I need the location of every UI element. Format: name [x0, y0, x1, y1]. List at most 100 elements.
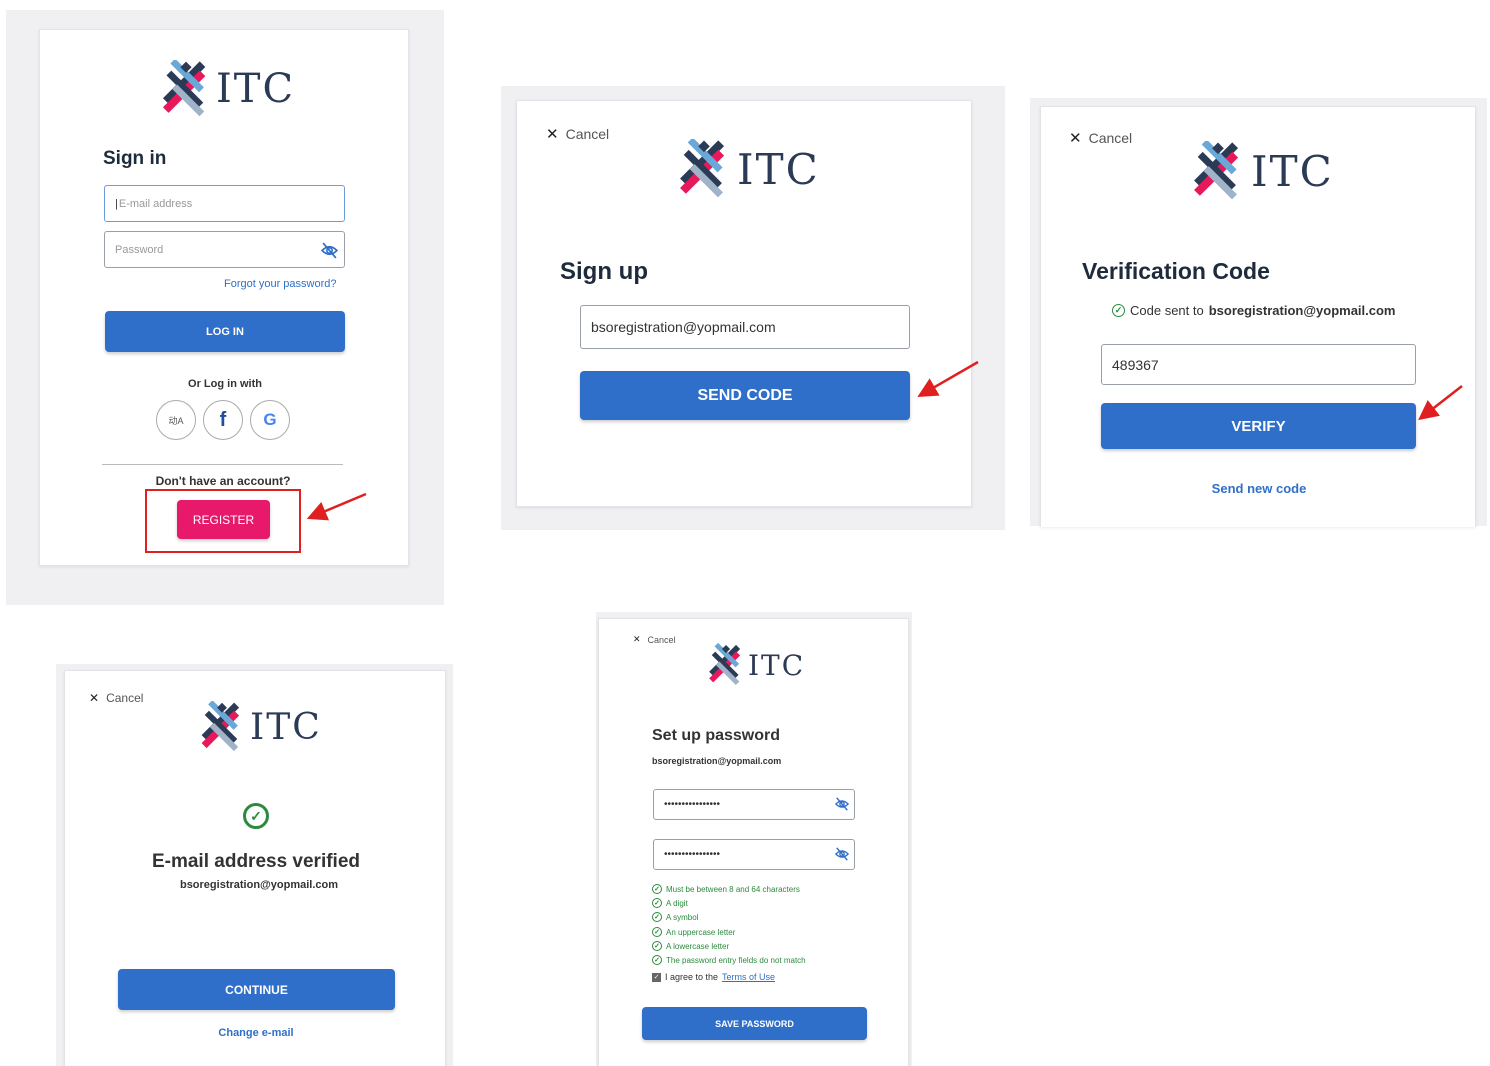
- no-account-text: Don't have an account?: [155, 474, 291, 488]
- caret: |: [115, 197, 118, 210]
- password-input[interactable]: Password: [104, 231, 345, 268]
- requirement-item: ✓ A digit: [652, 898, 688, 908]
- continue-button[interactable]: CONTINUE: [118, 969, 395, 1010]
- itc-logo-icon: [162, 60, 206, 117]
- register-button[interactable]: REGISTER: [177, 500, 270, 539]
- cancel-button[interactable]: ✕ Cancel: [1069, 129, 1132, 147]
- setpw-card: ✕ Cancel ITC Set up password bsoregistrat…: [598, 618, 909, 1066]
- send-code-button[interactable]: SEND CODE: [580, 371, 910, 420]
- itc-logo-icon: [709, 643, 741, 685]
- cancel-label: Cancel: [106, 691, 144, 705]
- requirement-item: ✓ Must be between 8 and 64 characters: [652, 884, 800, 894]
- check-circle-icon: ✓: [652, 941, 662, 951]
- page-title: Verification Code: [1082, 258, 1270, 284]
- itc-logo: ITC: [1191, 141, 1334, 201]
- cancel-button[interactable]: ✕ Cancel: [633, 634, 676, 645]
- confirm-password-value: ••••••••••••••••: [664, 849, 721, 860]
- code-sent-prefix: Code sent to: [1130, 303, 1204, 318]
- cancel-label: Cancel: [565, 126, 610, 142]
- check-circle-icon: ✓: [652, 912, 662, 922]
- page-title: Set up password: [652, 727, 781, 744]
- email-placeholder: E-mail address: [118, 197, 193, 210]
- confirm-password-input[interactable]: ••••••••••••••••: [653, 839, 855, 870]
- code-sent-message: ✓ Code sent to bsoregistration@yopmail.c…: [1112, 303, 1396, 318]
- cancel-button[interactable]: ✕ Cancel: [89, 691, 143, 705]
- change-email-link[interactable]: Change e-mail: [65, 1027, 447, 1039]
- eye-off-icon[interactable]: [321, 242, 338, 259]
- close-icon: ✕: [1069, 130, 1082, 147]
- divider: [102, 464, 343, 465]
- requirement-item: ✓ A symbol: [652, 912, 698, 922]
- email-input[interactable]: bsoregistration@yopmail.com: [580, 305, 910, 349]
- wechat-icon: 动A: [168, 415, 184, 426]
- itc-logo: ITC: [677, 139, 820, 199]
- login-button[interactable]: LOG IN: [105, 311, 345, 352]
- terms-of-use-link[interactable]: Terms of Use: [722, 972, 775, 982]
- or-login-with: Or Log in with: [188, 378, 262, 390]
- itc-logo: ITC: [199, 701, 322, 753]
- save-password-button[interactable]: SAVE PASSWORD: [642, 1007, 867, 1040]
- check-circle-icon: ✓: [652, 884, 662, 894]
- password-placeholder: Password: [115, 243, 164, 256]
- verification-code-input[interactable]: 489367: [1101, 344, 1416, 385]
- itc-logo: ITC: [707, 643, 805, 687]
- facebook-icon: f: [219, 408, 227, 431]
- requirement-label: The password entry fields do not match: [666, 955, 806, 965]
- new-password-value: ••••••••••••••••: [664, 799, 721, 810]
- cancel-button[interactable]: ✕ Cancel: [546, 125, 609, 143]
- verify-card: ✕ Cancel ITC Verification Code ✓ Code sen…: [1040, 106, 1476, 527]
- verified-email: bsoregistration@yopmail.com: [179, 879, 339, 891]
- page-title: Sign in: [103, 148, 167, 169]
- terms-prefix: I agree to the: [665, 972, 719, 982]
- logo-wordmark: ITC: [1251, 146, 1334, 196]
- google-icon: G: [263, 410, 277, 429]
- verify-button[interactable]: VERIFY: [1101, 403, 1416, 449]
- cancel-label: Cancel: [1088, 130, 1133, 146]
- register-arrow: [306, 492, 367, 521]
- logo-wordmark: ITC: [250, 706, 322, 748]
- itc-logo: ITC: [160, 60, 295, 118]
- close-icon: ✕: [633, 634, 641, 644]
- logo-wordmark: ITC: [216, 66, 296, 112]
- new-password-input[interactable]: ••••••••••••••••: [653, 789, 855, 820]
- eye-off-icon[interactable]: [835, 847, 849, 861]
- facebook-login-button[interactable]: f: [203, 400, 243, 440]
- forgot-password-link[interactable]: Forgot your password?: [224, 278, 337, 290]
- terms-checkbox[interactable]: ✓: [652, 972, 661, 982]
- close-icon: ✕: [546, 126, 559, 143]
- requirement-label: A lowercase letter: [666, 941, 730, 951]
- signin-card: ITC Sign in | E-mail address Password For…: [39, 29, 409, 566]
- requirement-label: A symbol: [666, 912, 699, 922]
- check-circle-icon: ✓: [652, 898, 662, 908]
- logo-wordmark: ITC: [737, 144, 820, 194]
- success-check-icon: ✓: [243, 803, 269, 829]
- send-new-code-link[interactable]: Send new code: [1041, 481, 1477, 496]
- signup-card: ✕ Cancel ITC Sign up bsoregistration@yopm…: [516, 100, 972, 507]
- requirement-item: ✓ The password entry fields do not match: [652, 955, 806, 965]
- itc-logo-icon: [201, 701, 240, 752]
- account-email: bsoregistration@yopmail.com: [652, 756, 782, 766]
- terms-agreement: ✓ I agree to the Terms of Use: [652, 972, 775, 982]
- cancel-label: Cancel: [647, 634, 676, 645]
- itc-logo-icon: [680, 139, 725, 198]
- code-sent-email: bsoregistration@yopmail.com: [1208, 303, 1396, 318]
- close-icon: ✕: [89, 691, 100, 705]
- logo-wordmark: ITC: [748, 648, 806, 682]
- google-login-button[interactable]: G: [250, 400, 290, 440]
- verify-arrow: [1418, 385, 1463, 421]
- check-circle-icon: ✓: [652, 927, 662, 937]
- page-title: Sign up: [560, 258, 648, 285]
- requirement-label: An uppercase letter: [666, 927, 736, 937]
- itc-logo-icon: [1194, 141, 1239, 200]
- check-circle-icon: ✓: [1112, 304, 1125, 317]
- verified-card: ✕ Cancel ITC ✓ E-mail address verified bs…: [64, 670, 446, 1066]
- send-code-arrow: [917, 360, 979, 397]
- wechat-login-button[interactable]: 动A: [156, 400, 196, 440]
- check-circle-icon: ✓: [652, 955, 662, 965]
- email-input[interactable]: | E-mail address: [104, 185, 345, 222]
- requirement-label: A digit: [666, 898, 688, 908]
- requirement-label: Must be between 8 and 64 characters: [666, 884, 800, 894]
- eye-off-icon[interactable]: [835, 797, 849, 811]
- requirement-item: ✓ An uppercase letter: [652, 927, 735, 937]
- requirement-item: ✓ A lowercase letter: [652, 941, 729, 951]
